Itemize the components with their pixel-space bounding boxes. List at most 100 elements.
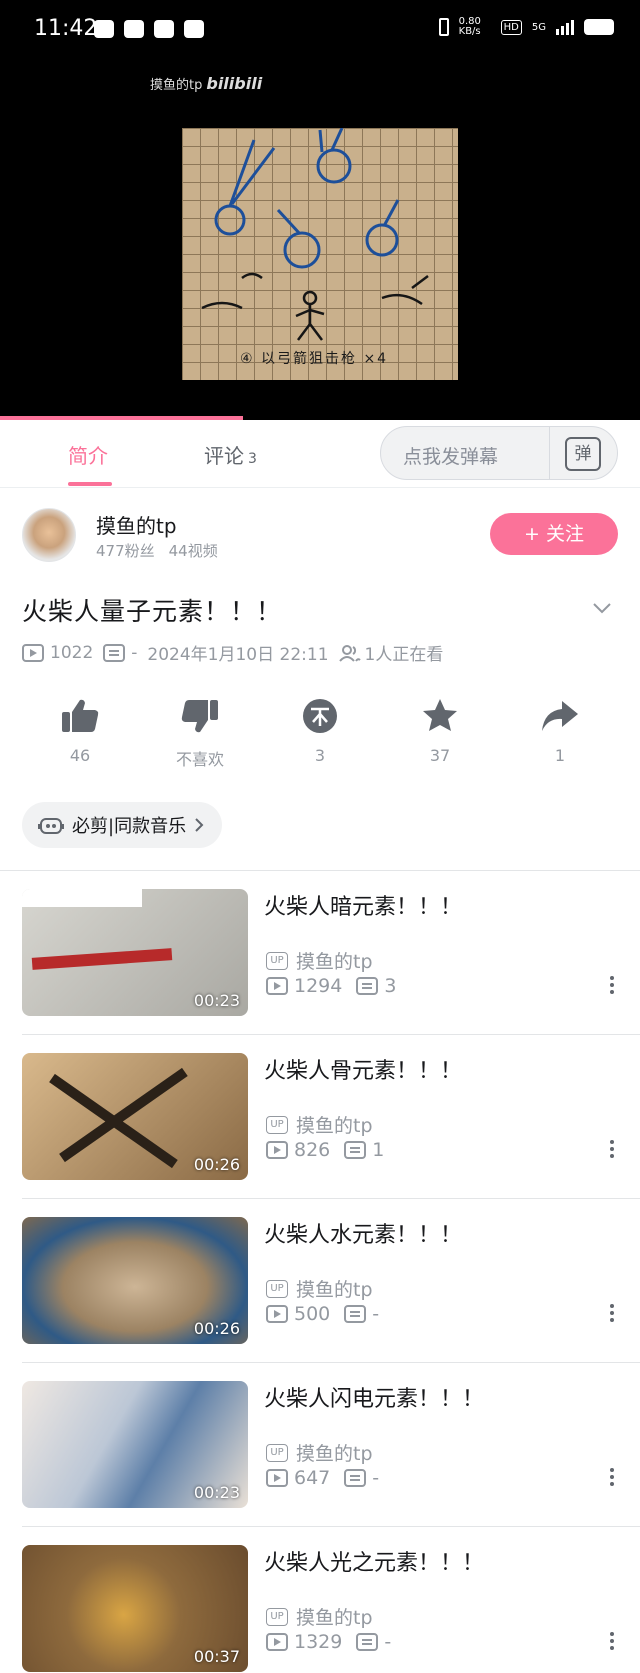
net-speed: 0.80 KB/s: [458, 16, 481, 37]
tab-active-indicator: [68, 482, 112, 486]
related-item[interactable]: 00:23 火柴人闪电元素！！！ UP 摸鱼的tp 647 -: [0, 1363, 640, 1527]
music-chip-label: 必剪|同款音乐: [72, 816, 187, 837]
music-robot-icon: [38, 818, 64, 834]
danmaku-count-icon: [344, 1305, 367, 1323]
related-comments: -: [384, 1631, 392, 1653]
related-views: 647: [294, 1467, 331, 1489]
video-thumbnail: 00:37: [22, 1545, 248, 1672]
signal-icon: [556, 19, 574, 35]
play-count-icon: [266, 977, 288, 995]
video-thumbnail: 00:26: [22, 1217, 248, 1344]
frame-caption: ④ 以弓箭狙击枪 ×4: [240, 351, 389, 367]
notification-icon: [94, 20, 114, 38]
related-comments: 1: [372, 1139, 385, 1161]
related-title: 火柴人暗元素！！！: [264, 895, 463, 920]
up-icon: UP: [266, 1115, 288, 1134]
play-count-icon: [266, 1469, 288, 1487]
video-duration: 00:23: [193, 991, 240, 1010]
stickman-drawing: [201, 127, 429, 341]
related-item[interactable]: 00:26 火柴人水元素！！！ UP 摸鱼的tp 500 -: [0, 1199, 640, 1363]
status-bar: 11:42 0.80 KB/s HD 5G: [0, 0, 640, 60]
related-item[interactable]: 00:23 火柴人暗元素！！！ UP 摸鱼的tp 1294 3: [0, 871, 640, 1035]
message-icon: [154, 20, 174, 38]
video-thumbnail: 00:26: [22, 1053, 248, 1180]
up-icon: UP: [266, 1279, 288, 1298]
tab-intro[interactable]: 简介: [68, 440, 108, 469]
chevron-down-icon[interactable]: [592, 598, 612, 618]
action-bar: 46 不喜欢 3 37 1: [0, 698, 640, 778]
more-options-icon[interactable]: [610, 1147, 614, 1151]
video-count: 44视频: [168, 542, 218, 560]
follow-button[interactable]: + 关注: [490, 513, 618, 555]
coin-button[interactable]: 3: [280, 698, 360, 765]
coin-icon: [303, 699, 337, 733]
video-duration: 00:23: [193, 1483, 240, 1502]
more-options-icon[interactable]: [610, 983, 614, 987]
play-count-icon: [266, 1305, 288, 1323]
more-options-icon[interactable]: [610, 1475, 614, 1479]
vibrate-icon: [438, 18, 449, 36]
up-icon: UP: [266, 1443, 288, 1462]
related-title: 火柴人闪电元素！！！: [264, 1387, 485, 1412]
network-label: 5G: [531, 21, 546, 33]
fans-count: 477粉丝: [96, 542, 155, 560]
danmaku-count: -: [131, 642, 138, 663]
more-options-icon[interactable]: [610, 1311, 614, 1315]
avatar[interactable]: [22, 508, 76, 562]
related-title: 火柴人水元素！！！: [264, 1223, 463, 1248]
uploader-stats: 477粉丝 44视频: [96, 540, 218, 561]
wechat-icon: [124, 20, 144, 38]
danmaku-count-icon: [103, 643, 126, 662]
video-thumbnail: 00:23: [22, 889, 248, 1016]
play-count-icon: [266, 1141, 288, 1159]
status-time: 11:42: [34, 16, 98, 41]
related-uploader: 摸鱼的tp: [296, 1443, 373, 1465]
related-comments: -: [372, 1303, 380, 1325]
danmaku-count-icon: [356, 1633, 379, 1651]
video-frame: ④ 以弓箭狙击枪 ×4: [182, 127, 458, 380]
related-item[interactable]: 00:26 火柴人骨元素！！！ UP 摸鱼的tp 826 1: [0, 1035, 640, 1199]
danmaku-toggle-icon[interactable]: 弹: [565, 437, 601, 471]
more-options-icon[interactable]: [610, 1639, 614, 1643]
related-uploader: 摸鱼的tp: [296, 1115, 373, 1137]
up-icon: UP: [266, 1607, 288, 1626]
danmaku-placeholder: 点我发弹幕: [403, 446, 499, 468]
video-thumbnail: 00:23: [22, 1381, 248, 1508]
danmaku-input[interactable]: 点我发弹幕 弹: [380, 426, 618, 480]
favorite-button[interactable]: 37: [400, 698, 480, 765]
video-player[interactable]: 11:42 0.80 KB/s HD 5G 摸鱼的tp bilibili ④ 以…: [0, 0, 640, 420]
view-count: 1022: [50, 642, 94, 663]
video-title: 火柴人量子元素！！！: [22, 597, 283, 626]
share-button[interactable]: 1: [520, 698, 600, 765]
favorite-icon: [423, 699, 457, 731]
related-title: 火柴人光之元素！！！: [264, 1551, 485, 1576]
related-comments: 3: [384, 975, 397, 997]
danmaku-count-icon: [356, 977, 379, 995]
watermark: 摸鱼的tp bilibili: [150, 74, 263, 93]
related-views: 1329: [294, 1631, 343, 1653]
related-views: 500: [294, 1303, 331, 1325]
related-title: 火柴人骨元素！！！: [264, 1059, 463, 1084]
tab-comments[interactable]: 评论 3: [204, 440, 257, 469]
related-comments: -: [372, 1467, 380, 1489]
share-icon: [542, 701, 578, 731]
danmaku-count-icon: [344, 1469, 367, 1487]
publish-date: 2024年1月10日 22:11: [147, 645, 329, 665]
uploader-name[interactable]: 摸鱼的tp: [96, 510, 177, 539]
related-uploader: 摸鱼的tp: [296, 1607, 373, 1629]
related-item[interactable]: 00:37 火柴人光之元素！！！ UP 摸鱼的tp 1329 -: [0, 1527, 640, 1673]
related-views: 826: [294, 1139, 331, 1161]
play-count-icon: [22, 643, 44, 662]
dislike-button[interactable]: 不喜欢: [160, 698, 240, 770]
video-duration: 00:37: [193, 1647, 240, 1666]
video-meta: 1022 - 2024年1月10日 22:11 1人正在看: [22, 640, 443, 665]
music-chip[interactable]: 必剪|同款音乐: [22, 802, 223, 848]
related-views: 1294: [294, 975, 343, 997]
video-duration: 00:26: [193, 1319, 240, 1338]
like-button[interactable]: 46: [40, 698, 120, 765]
related-uploader: 摸鱼的tp: [296, 951, 373, 973]
watching-count: 1人正在看: [364, 645, 444, 665]
viewers-icon: [338, 644, 361, 662]
danmaku-count-icon: [344, 1141, 367, 1159]
battery-icon: [584, 19, 614, 35]
